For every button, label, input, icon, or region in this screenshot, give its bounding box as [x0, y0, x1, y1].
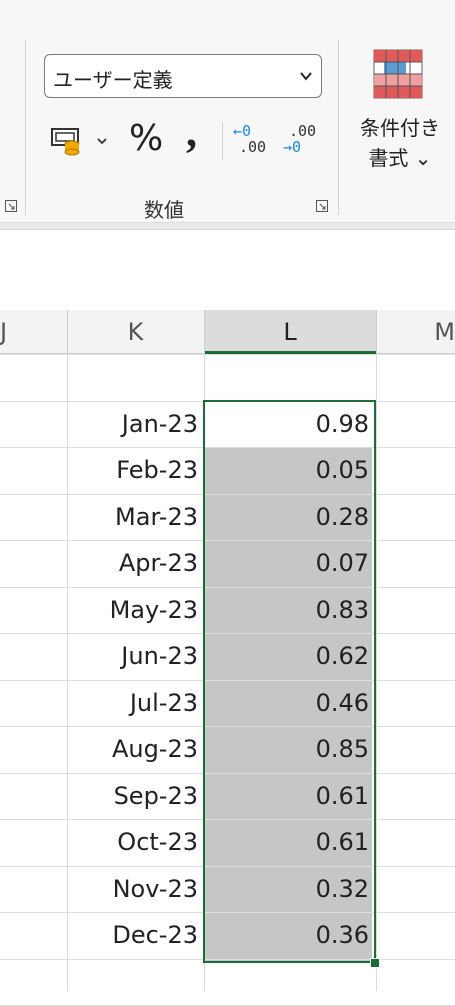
tool-separator	[222, 122, 223, 160]
conditional-formatting-label: 条件付き 書式 ⌄	[350, 113, 450, 173]
header-divider	[204, 310, 205, 354]
conditional-formatting-line2: 書式 ⌄	[368, 146, 432, 170]
increase-decimal-button[interactable]: ←0 .00	[233, 122, 269, 158]
conditional-formatting-line1: 条件付き	[360, 116, 440, 140]
column-header-k[interactable]: K	[67, 310, 204, 354]
column-header-m[interactable]: M	[376, 310, 455, 354]
decrease-decimal-line2: →0	[283, 138, 302, 156]
column-header-label: L	[283, 318, 297, 346]
decrease-decimal-button[interactable]: .00 →0	[283, 122, 319, 158]
selection-border	[203, 400, 376, 963]
conditional-formatting-icon	[373, 49, 423, 99]
cell-k[interactable]: Feb-23	[68, 448, 204, 493]
ribbon-bottom-border	[0, 222, 455, 230]
cell-k[interactable]: Jun-23	[68, 634, 204, 679]
cell-k[interactable]: Jan-23	[68, 402, 204, 447]
comma-style-button[interactable]: ,	[186, 106, 197, 157]
dialog-launcher-icon[interactable]	[5, 200, 17, 212]
dialog-launcher-icon[interactable]	[316, 200, 328, 212]
cell-k[interactable]: Dec-23	[68, 913, 204, 958]
fill-handle[interactable]	[370, 958, 380, 968]
column-header-j[interactable]: J	[0, 310, 67, 354]
increase-decimal-line1: ←0	[233, 122, 252, 140]
cell-k[interactable]: Sep-23	[68, 774, 204, 819]
column-header-l[interactable]: L	[204, 310, 376, 354]
accounting-format-icon	[51, 128, 80, 156]
cell-l[interactable]	[205, 355, 375, 400]
cell-k[interactable]: Oct-23	[68, 820, 204, 865]
cell-k[interactable]: Aug-23	[68, 727, 204, 772]
cell-k[interactable]: Apr-23	[68, 541, 204, 586]
column-header-label: M	[434, 318, 455, 346]
column-header-label: K	[127, 318, 144, 346]
cell-k[interactable]: Mar-23	[68, 495, 204, 540]
accounting-format-button[interactable]	[50, 124, 120, 158]
number-format-value: ユーザー定義	[53, 68, 173, 92]
number-group-label: 数値	[144, 198, 184, 222]
header-divider	[376, 310, 377, 354]
group-separator	[25, 40, 26, 215]
cell-k[interactable]	[68, 355, 204, 400]
group-separator	[338, 40, 339, 215]
cell-k[interactable]: Nov-23	[68, 867, 204, 912]
chevron-down-icon[interactable]	[96, 136, 108, 146]
gridline-vertical	[376, 354, 377, 991]
percent-style-button[interactable]: %	[129, 118, 163, 159]
cell-k[interactable]: Jul-23	[68, 681, 204, 726]
chevron-down-icon	[300, 72, 312, 81]
increase-decimal-line2: .00	[239, 138, 267, 156]
ribbon: ユーザー定義 % , ←0 .00 .00 →0 数値 条件付き 書式 ⌄	[0, 0, 455, 222]
decrease-decimal-line1: .00	[289, 122, 317, 140]
column-header-label: J	[0, 318, 8, 346]
cell-k[interactable]: May-23	[68, 588, 204, 633]
header-divider	[67, 310, 68, 354]
number-format-select[interactable]: ユーザー定義	[44, 54, 322, 98]
